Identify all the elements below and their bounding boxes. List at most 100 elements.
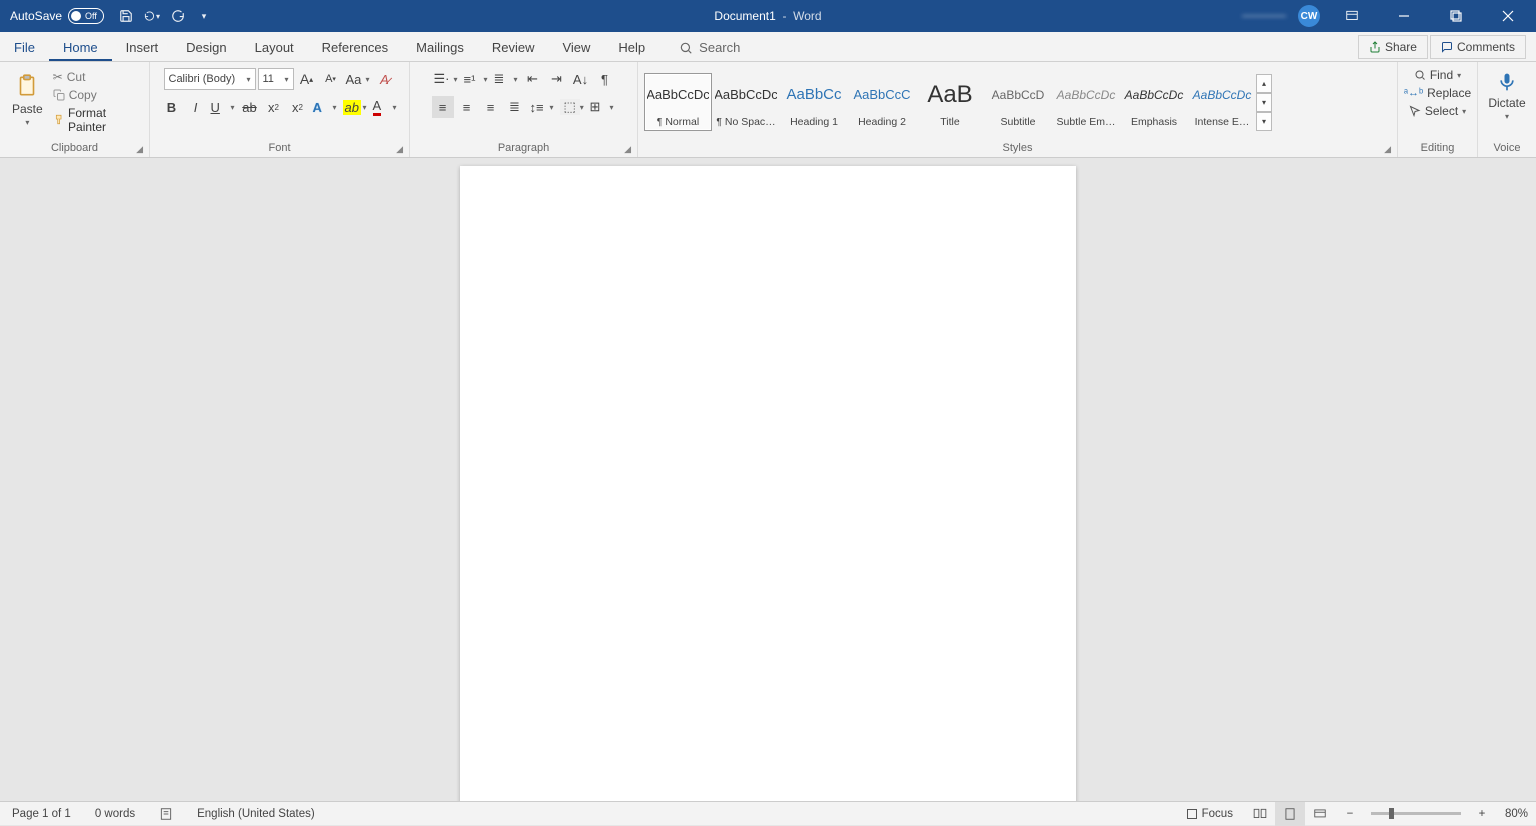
style-subtle-em-[interactable]: AaBbCcDcSubtle Em…: [1052, 73, 1120, 131]
style---normal[interactable]: AaBbCcDc¶ Normal: [644, 73, 712, 131]
focus-mode-button[interactable]: Focus: [1174, 808, 1245, 820]
style-subtitle[interactable]: AaBbCcDSubtitle: [984, 73, 1052, 131]
autosave-toggle[interactable]: Off: [68, 8, 104, 24]
clipboard-dialog-launcher[interactable]: ◢: [136, 144, 143, 155]
dictate-button[interactable]: Dictate ▾: [1484, 64, 1530, 139]
text-effects-button[interactable]: A▾: [311, 96, 339, 118]
undo-icon[interactable]: ▾: [144, 8, 160, 24]
spell-check-icon[interactable]: [147, 807, 185, 821]
minimize-icon[interactable]: [1384, 0, 1424, 32]
paragraph-dialog-launcher[interactable]: ◢: [624, 144, 631, 155]
style-emphasis[interactable]: AaBbCcDcEmphasis: [1120, 73, 1188, 131]
zoom-thumb[interactable]: [1389, 808, 1394, 819]
customize-qat-icon[interactable]: ▾: [196, 8, 212, 24]
styles-scroll-button[interactable]: ▾: [1256, 93, 1272, 112]
microphone-icon: [1497, 70, 1517, 94]
bold-button[interactable]: B: [161, 96, 183, 118]
style-label: Intense E…: [1191, 116, 1253, 128]
underline-button[interactable]: U▾: [209, 96, 237, 118]
style-heading-2[interactable]: AaBbCcCHeading 2: [848, 73, 916, 131]
paste-button[interactable]: Paste ▾: [6, 68, 49, 131]
tab-design[interactable]: Design: [172, 34, 240, 61]
font-color-button[interactable]: A▾: [371, 96, 399, 118]
zoom-slider[interactable]: [1371, 812, 1461, 815]
highlight-button[interactable]: ab▾: [341, 96, 369, 118]
replace-button[interactable]: ᵃ↔ᵇReplace: [1404, 86, 1471, 100]
tab-home[interactable]: Home: [49, 34, 112, 61]
copy-icon: [53, 89, 65, 101]
bullets-button[interactable]: ☰·▾: [432, 68, 460, 90]
superscript-button[interactable]: x2: [287, 96, 309, 118]
sort-button[interactable]: A↓: [570, 68, 592, 90]
user-avatar[interactable]: CW: [1298, 5, 1320, 27]
change-case-button[interactable]: Aa▾: [344, 68, 372, 90]
redo-icon[interactable]: [170, 8, 186, 24]
copy-button[interactable]: Copy: [53, 88, 143, 102]
zoom-level[interactable]: 80%: [1497, 808, 1536, 820]
multilevel-list-button[interactable]: ≣▾: [492, 68, 520, 90]
style-intense-e-[interactable]: AaBbCcDcIntense E…: [1188, 73, 1256, 131]
user-name[interactable]: ————: [1242, 10, 1286, 22]
autosave[interactable]: AutoSave Off: [10, 8, 104, 24]
page[interactable]: [460, 166, 1076, 801]
web-layout-button[interactable]: [1305, 802, 1335, 826]
line-spacing-button[interactable]: ↕≡▾: [528, 96, 556, 118]
font-dialog-launcher[interactable]: ◢: [396, 144, 403, 155]
comments-button[interactable]: Comments: [1430, 35, 1526, 59]
strikethrough-button[interactable]: ab: [239, 96, 261, 118]
tab-help[interactable]: Help: [604, 34, 659, 61]
shading-button[interactable]: ⬚▾: [558, 96, 586, 118]
align-left-button[interactable]: ≡: [432, 96, 454, 118]
word-count[interactable]: 0 words: [83, 808, 147, 820]
save-icon[interactable]: [118, 8, 134, 24]
style---no-spac-[interactable]: AaBbCcDc¶ No Spac…: [712, 73, 780, 131]
subscript-button[interactable]: x2: [263, 96, 285, 118]
close-icon[interactable]: [1488, 0, 1528, 32]
cut-button[interactable]: ✂Cut: [53, 70, 143, 84]
find-button[interactable]: Find▾: [1414, 68, 1461, 82]
document-area[interactable]: [0, 158, 1536, 801]
share-button[interactable]: Share: [1358, 35, 1428, 59]
print-layout-button[interactable]: [1275, 802, 1305, 826]
font-size-combo[interactable]: 11▾: [258, 68, 294, 90]
show-marks-button[interactable]: ¶: [594, 68, 616, 90]
decrease-indent-button[interactable]: ⇤: [522, 68, 544, 90]
tab-references[interactable]: References: [308, 34, 402, 61]
app-name: Word: [793, 9, 821, 23]
select-button[interactable]: Select▾: [1409, 104, 1466, 118]
justify-button[interactable]: ≣: [504, 96, 526, 118]
style-preview: AaBbCcDc: [1123, 76, 1185, 114]
borders-button[interactable]: ⊞▾: [588, 96, 616, 118]
tab-view[interactable]: View: [548, 34, 604, 61]
ribbon-display-icon[interactable]: [1332, 0, 1372, 32]
styles-more-button[interactable]: ▾: [1256, 112, 1272, 131]
maximize-icon[interactable]: [1436, 0, 1476, 32]
clear-formatting-button[interactable]: A̷: [374, 68, 396, 90]
increase-indent-button[interactable]: ⇥: [546, 68, 568, 90]
zoom-in-button[interactable]: +: [1467, 802, 1497, 826]
styles-scroll-button[interactable]: ▴: [1256, 74, 1272, 93]
style-heading-1[interactable]: AaBbCcHeading 1: [780, 73, 848, 131]
align-right-button[interactable]: ≡: [480, 96, 502, 118]
italic-button[interactable]: I: [185, 96, 207, 118]
read-mode-button[interactable]: [1245, 802, 1275, 826]
tab-file[interactable]: File: [0, 34, 49, 61]
tab-review[interactable]: Review: [478, 34, 549, 61]
language-button[interactable]: English (United States): [185, 808, 327, 820]
numbering-button[interactable]: ≡¹▾: [462, 68, 490, 90]
search-icon: [679, 41, 693, 55]
tab-insert[interactable]: Insert: [112, 34, 173, 61]
tell-me-search[interactable]: Search: [679, 40, 740, 61]
style-title[interactable]: AaBTitle: [916, 73, 984, 131]
tab-layout[interactable]: Layout: [241, 34, 308, 61]
zoom-out-button[interactable]: −: [1335, 802, 1365, 826]
grow-font-button[interactable]: A▴: [296, 68, 318, 90]
format-painter-button[interactable]: Format Painter: [53, 106, 143, 134]
font-name-combo[interactable]: Calibri (Body)▾: [164, 68, 256, 90]
styles-dialog-launcher[interactable]: ◢: [1384, 144, 1391, 155]
align-center-button[interactable]: ≡: [456, 96, 478, 118]
page-count[interactable]: Page 1 of 1: [0, 808, 83, 820]
tab-mailings[interactable]: Mailings: [402, 34, 478, 61]
shrink-font-button[interactable]: A▾: [320, 68, 342, 90]
document-name: Document1: [714, 9, 775, 23]
